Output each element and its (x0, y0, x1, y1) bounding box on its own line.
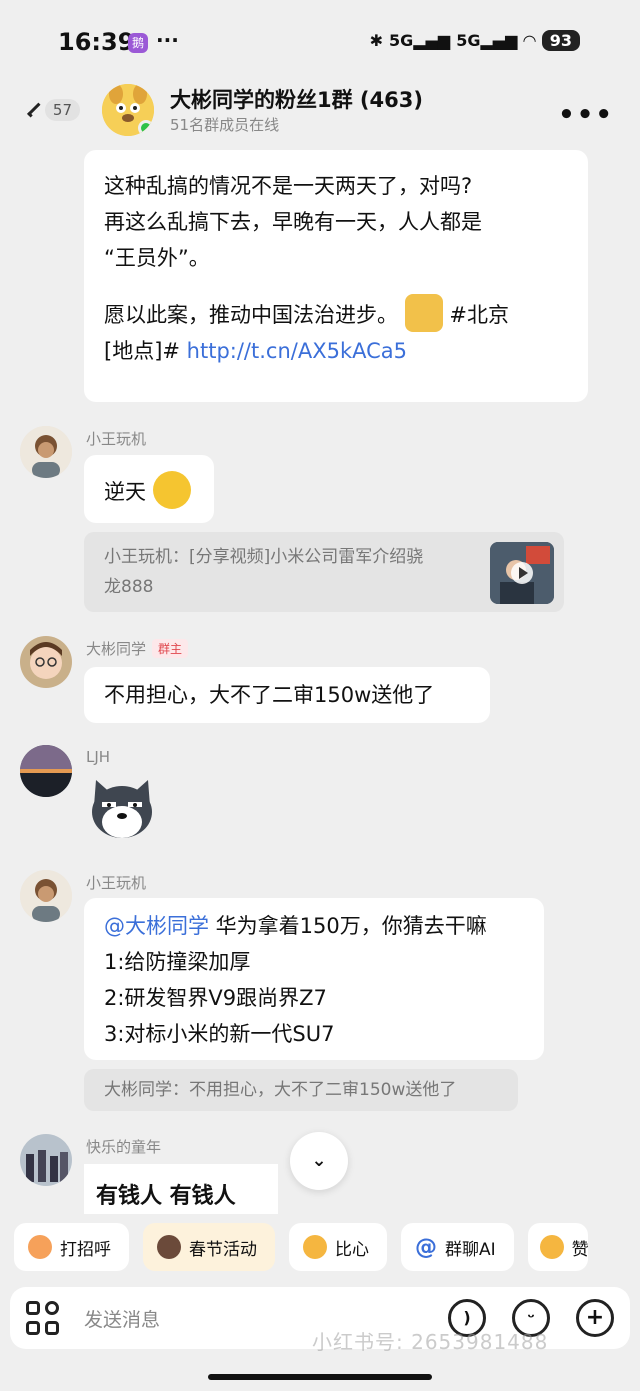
wifi-icon: ◠ (523, 31, 536, 50)
chip-label: 比心 (335, 1239, 369, 1260)
image-message[interactable]: 有钱人 有钱人 (84, 1164, 278, 1214)
back-button[interactable]: 57 (24, 92, 80, 128)
owner-badge: 群主 (152, 639, 189, 658)
quick-action-heart[interactable]: 比心 (289, 1223, 387, 1271)
message-text: [地点]# http://t.cn/AX5kACa5 (104, 339, 408, 363)
group-avatar[interactable] (102, 84, 154, 136)
chevron-double-down-icon: ⌄ (311, 1150, 327, 1171)
wave-icon (28, 1235, 52, 1259)
quick-actions-bar: 打招呼 春节活动 比心 @ 群聊AI 赞 (14, 1223, 588, 1271)
online-dot (138, 120, 154, 136)
message-input[interactable]: 发送消息 (84, 1305, 160, 1332)
message-bubble[interactable]: 这种乱搞的情况不是一天两天了，对吗? 再这么乱搞下去，早晚有一天，人人都是 “王… (84, 150, 588, 402)
watermark: 小红书号: 2653981488 (312, 1330, 549, 1354)
message-bubble[interactable]: 不用担心，大不了二审150w送他了 (84, 667, 490, 723)
quoted-message[interactable]: 小王玩机：[分享视频]小米公司雷军介绍骁 龙888 (84, 532, 564, 612)
message-text: @大彬同学 华为拿着150万，你猜去干嘛 (104, 914, 487, 938)
quote-text: 大彬同学：不用担心，大不了二审150w送他了 (104, 1080, 457, 1100)
app-notification-icon: 鹅 (128, 33, 148, 53)
quoted-message[interactable]: 大彬同学：不用担心，大不了二审150w送他了 (84, 1069, 518, 1111)
apps-grid-icon[interactable] (26, 1301, 60, 1335)
signal-icon: 5G▂▄▆ (389, 31, 451, 50)
group-title[interactable]: 大彬同学的粉丝1群 (463) (170, 84, 423, 114)
sender-name: 小王玩机 (86, 874, 147, 892)
quick-action-spring-festival[interactable]: 春节活动 (143, 1223, 275, 1271)
signal-icon-2: 5G▂▄▆ (456, 31, 518, 50)
status-right: ✱ 5G▂▄▆ 5G▂▄▆ ◠ 93 (370, 30, 580, 51)
at-icon: @ (415, 1234, 437, 1260)
message-text: 1:给防撞梁加厚 (104, 950, 251, 974)
video-thumbnail[interactable] (490, 542, 554, 604)
avatar[interactable] (20, 426, 72, 478)
home-indicator[interactable] (208, 1374, 432, 1380)
quick-action-greet[interactable]: 打招呼 (14, 1223, 129, 1271)
chip-label: 群聊AI (445, 1239, 496, 1260)
festival-icon (157, 1235, 181, 1259)
quote-text: 小王玩机：[分享视频]小米公司雷军介绍骁 (104, 547, 424, 567)
message-text: 逆天 (104, 480, 146, 504)
avatar[interactable] (20, 745, 72, 797)
chevron-left-icon (27, 102, 42, 118)
laughing-emoji-icon (152, 471, 191, 509)
quote-text: 龙888 (104, 577, 154, 597)
avatar[interactable] (20, 870, 72, 922)
chip-label: 春节活动 (189, 1239, 257, 1260)
message-text: 再这么乱搞下去，早晚有一天，人人都是 (104, 210, 482, 234)
chat-header: 57 大彬同学的粉丝1群 (463) 51名群成员在线 ••• (0, 82, 640, 144)
avatar[interactable] (20, 636, 72, 688)
chip-label: 打招呼 (60, 1239, 111, 1260)
message-text: 不用担心，大不了二审150w送他了 (104, 683, 435, 707)
mention-link[interactable]: @大彬同学 (104, 914, 209, 938)
quick-action-like[interactable]: 赞 (527, 1223, 588, 1271)
message-bubble[interactable]: 逆天 (84, 455, 214, 523)
quick-action-group-ai[interactable]: @ 群聊AI (401, 1223, 514, 1271)
thumbs-up-icon (539, 1235, 564, 1259)
more-status-icon: ··· (156, 28, 179, 52)
unread-count-badge: 57 (44, 99, 80, 121)
battery-indicator: 93 (541, 30, 580, 51)
message-text: 3:对标小米的新一代SU7 (104, 1022, 335, 1046)
fist-emoji-icon (404, 294, 443, 332)
wolf-sticker[interactable] (86, 772, 158, 844)
plus-icon[interactable]: + (576, 1299, 614, 1337)
sender-name: 大彬同学 群主 (86, 638, 189, 659)
message-text: 2:研发智界V9跟尚界Z7 (104, 986, 327, 1010)
sender-name: 小王玩机 (86, 430, 147, 448)
sender-name: LJH (86, 748, 111, 766)
message-bubble[interactable]: @大彬同学 华为拿着150万，你猜去干嘛 1:给防撞梁加厚 2:研发智界V9跟尚… (84, 898, 544, 1060)
scroll-to-bottom-button[interactable]: ⌄ (290, 1132, 348, 1190)
status-bar: 16:39 鹅 ··· ✱ 5G▂▄▆ 5G▂▄▆ ◠ 93 (0, 0, 640, 82)
online-count: 51名群成员在线 (170, 116, 280, 134)
heart-hand-icon (303, 1235, 327, 1259)
message-link[interactable]: http://t.cn/AX5kACa5 (187, 339, 407, 363)
message-text: “王员外”。 (104, 246, 210, 270)
chip-label: 赞 (571, 1239, 588, 1260)
sender-name: 快乐的童年 (86, 1138, 162, 1156)
bluetooth-icon: ✱ (369, 31, 384, 50)
clock: 16:39 (58, 28, 135, 56)
sticker-text: 有钱人 有钱人 (96, 1184, 236, 1209)
avatar[interactable] (20, 1134, 72, 1186)
more-dots-icon[interactable]: ••• (558, 100, 614, 130)
message-text: 愿以此案，推动中国法治进步。 #北京 (104, 294, 568, 333)
message-text: 这种乱搞的情况不是一天两天了，对吗? (104, 174, 473, 198)
